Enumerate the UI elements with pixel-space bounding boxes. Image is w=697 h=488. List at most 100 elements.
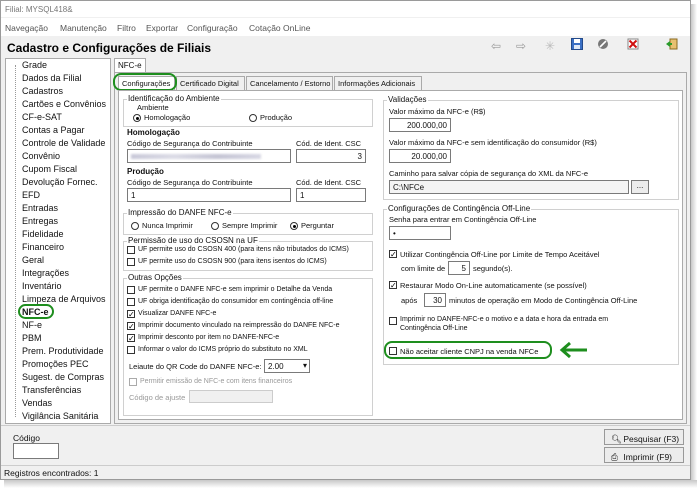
sidebar-item-cadastros[interactable]: Cadastros: [22, 86, 63, 96]
radio-nunca-imprimir[interactable]: [131, 222, 139, 230]
sidebar-item-promocoes-pec[interactable]: Promoções PEC: [22, 359, 89, 369]
limite-input[interactable]: 5: [448, 261, 470, 275]
outras-title: Outras Opções: [127, 273, 183, 282]
sidebar-item-cupom-fiscal[interactable]: Cupom Fiscal: [22, 164, 77, 174]
homologacao-id-input[interactable]: 3: [296, 149, 366, 163]
checkbox-csosn-400-label: UF permite uso do CSOSN 400 (para itens …: [138, 246, 349, 253]
highlight-oval-configuracoes: [113, 73, 177, 91]
homologacao-id-label: Cód. de Ident. CSC: [296, 139, 362, 148]
producao-id-input[interactable]: 1: [296, 188, 366, 202]
qr-select[interactable]: 2.00 ▾: [264, 359, 310, 373]
homologacao-title: Homologação: [127, 128, 180, 137]
checkbox-sem-detalhe-label: UF permite o DANFE NFC-e sem imprimir o …: [138, 286, 333, 293]
sidebar-item-grade[interactable]: Grade: [22, 60, 47, 70]
sidebar-item-convenio[interactable]: Convênio: [22, 151, 60, 161]
radio-sempre-imprimir[interactable]: [211, 222, 219, 230]
checkbox-icms-substituto[interactable]: [127, 346, 135, 354]
tab-nfce[interactable]: NFC-e: [114, 58, 146, 72]
radio-producao-label: Produção: [260, 113, 293, 122]
sidebar-item-cartoes[interactable]: Cartões e Convênios: [22, 99, 106, 109]
subtab-certificado[interactable]: Certificado Digital: [176, 76, 245, 90]
segundos-label: segundo(s).: [473, 264, 513, 273]
checkbox-utilizar-contingencia-label: Utilizar Contingência Off-Line por Limit…: [400, 250, 600, 259]
checkbox-imprimir-motivo[interactable]: [389, 317, 397, 325]
sidebar-item-entradas[interactable]: Entradas: [22, 203, 58, 213]
sidebar-item-vigilancia[interactable]: Vigilância Sanitária: [22, 411, 98, 421]
checkbox-visualizar-danfe-label: Visualizar DANFE NFC-e: [138, 310, 217, 317]
sidebar-item-sugest-compras[interactable]: Sugest. de Compras: [22, 372, 104, 382]
subtab-informacoes[interactable]: Informações Adicionais: [334, 76, 422, 90]
codigo-label: Código: [13, 433, 40, 443]
checkbox-csosn-400[interactable]: [127, 246, 135, 254]
producao-csc-input[interactable]: 1: [127, 188, 291, 202]
homologacao-csc-input[interactable]: [127, 149, 291, 163]
sidebar-item-pbm[interactable]: PBM: [22, 333, 42, 343]
senha-input[interactable]: •: [389, 226, 451, 240]
imprimir-button-label: Imprimir (F9): [623, 452, 673, 462]
sidebar-item-vendas[interactable]: Vendas: [22, 398, 52, 408]
sidebar-item-transferencias[interactable]: Transferências: [22, 385, 81, 395]
menu-filtro[interactable]: Filtro: [117, 23, 136, 33]
subtab-cancelamento[interactable]: Cancelamento / Estorno: [246, 76, 333, 90]
sidebar-item-devolucao[interactable]: Devolução Fornec.: [22, 177, 98, 187]
star-icon[interactable]: ✳: [542, 38, 558, 54]
arrow-left-icon[interactable]: ⇦: [488, 38, 504, 54]
sidebar-item-inventario[interactable]: Inventário: [22, 281, 62, 291]
ajuste-input[interactable]: [189, 390, 273, 403]
checkbox-sem-detalhe[interactable]: [127, 286, 135, 294]
arrow-right-icon[interactable]: ⇨: [513, 38, 529, 54]
menu-configuracao[interactable]: Configuração: [187, 23, 238, 33]
caminho-input[interactable]: C:\NFCe: [389, 180, 629, 194]
checkbox-desconto-item[interactable]: ✓: [127, 334, 135, 343]
sidebar-item-fidelidade[interactable]: Fidelidade: [22, 229, 64, 239]
cancel-icon[interactable]: [595, 38, 611, 54]
exit-icon[interactable]: [664, 38, 680, 54]
menu-exportar[interactable]: Exportar: [146, 23, 178, 33]
configuracoes-panel: Identificação do Ambiente Ambiente Homol…: [118, 90, 683, 420]
sidebar-item-nfe[interactable]: NF-e: [22, 320, 42, 330]
sidebar-item-contas-pagar[interactable]: Contas a Pagar: [22, 125, 85, 135]
sidebar-item-efd[interactable]: EFD: [22, 190, 40, 200]
checkbox-imprimir-vinculado[interactable]: ✓: [127, 322, 135, 331]
chevron-down-icon: ▾: [302, 361, 307, 370]
sidebar-item-geral[interactable]: Geral: [22, 255, 44, 265]
imprimir-button[interactable]: ⎙ Imprimir (F9): [604, 447, 684, 463]
pesquisar-button[interactable]: 🔍︎ Pesquisar (F3): [604, 429, 684, 445]
codigo-input[interactable]: [13, 443, 59, 459]
checkbox-restaurar-online[interactable]: ✓: [389, 281, 397, 290]
sidebar-item-controle-validade[interactable]: Controle de Validade: [22, 138, 105, 148]
sidebar-item-financeiro[interactable]: Financeiro: [22, 242, 64, 252]
radio-producao[interactable]: [249, 114, 257, 122]
green-arrow-icon: [559, 341, 587, 359]
producao-id-label: Cód. de Ident. CSC: [296, 178, 362, 187]
sidebar-item-cfe-sat[interactable]: CF-e-SAT: [22, 112, 62, 122]
sidebar-item-limpeza[interactable]: Limpeza de Arquivos: [22, 294, 106, 304]
radio-nunca-imprimir-label: Nunca Imprimir: [142, 221, 193, 230]
producao-title: Produção: [127, 167, 164, 176]
checkbox-itens-financeiros[interactable]: [129, 378, 137, 386]
checkbox-obriga-identificacao[interactable]: [127, 298, 135, 306]
checkbox-csosn-900[interactable]: [127, 258, 135, 266]
menu-cotacao-online[interactable]: Cotação OnLine: [249, 23, 310, 33]
sidebar-item-integracoes[interactable]: Integrações: [22, 268, 69, 278]
impressao-title: Impressão do DANFE NFC-e: [127, 208, 233, 217]
radio-homologacao[interactable]: [133, 114, 141, 122]
delete-icon[interactable]: [625, 38, 641, 54]
apos-input[interactable]: 30: [424, 293, 446, 307]
save-icon[interactable]: [569, 38, 585, 54]
identificacao-title: Identificação do Ambiente: [127, 94, 221, 103]
sidebar-item-dados-filial[interactable]: Dados da Filial: [22, 73, 82, 83]
sidebar-item-entregas[interactable]: Entregas: [22, 216, 58, 226]
sidebar-item-prem-produtividade[interactable]: Prem. Produtividade: [22, 346, 104, 356]
radio-perguntar[interactable]: [290, 222, 298, 230]
highlight-oval-cnpj: [384, 341, 552, 359]
checkbox-utilizar-contingencia[interactable]: ✓: [389, 250, 397, 259]
valor-max-sem-input[interactable]: 20.000,00: [389, 149, 451, 163]
checkbox-visualizar-danfe[interactable]: ✓: [127, 310, 135, 319]
menu-navegacao[interactable]: Navegação: [5, 23, 48, 33]
menu-manutencao[interactable]: Manutenção: [60, 23, 107, 33]
valor-max-input[interactable]: 200.000,00: [389, 118, 451, 132]
senha-label: Senha para entrar em Contingência Off-Li…: [389, 215, 537, 224]
browse-button[interactable]: ...: [631, 180, 649, 194]
sidebar-list[interactable]: Grade Dados da Filial Cadastros Cartões …: [5, 58, 111, 424]
